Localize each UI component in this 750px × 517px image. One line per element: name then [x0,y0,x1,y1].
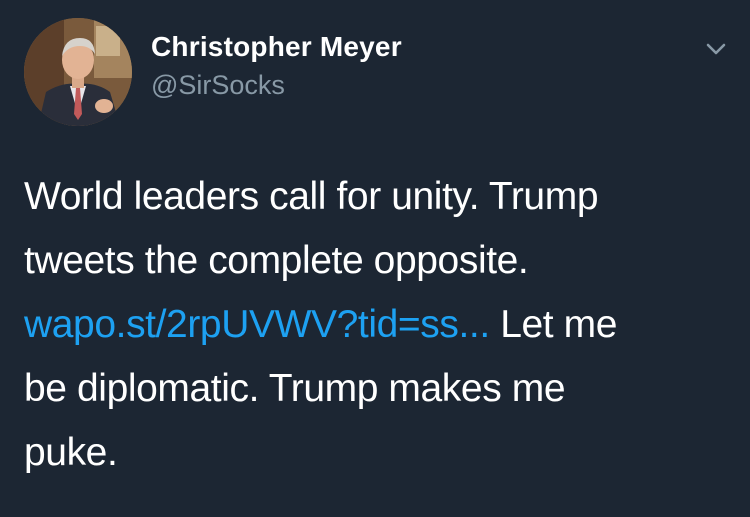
tweet-line: be diplomatic. Trump makes me [24,367,566,410]
tweet-line: tweets the complete opposite. [24,239,529,282]
avatar[interactable] [24,18,132,126]
display-name[interactable]: Christopher Meyer [151,31,402,63]
tweet-text: World leaders call for unity. Trump twee… [24,165,734,485]
tweet-text-segment: Let me [489,303,618,346]
tweet-card: Christopher Meyer @SirSocks World leader… [0,0,750,517]
chevron-down-icon[interactable] [700,36,732,62]
tweet-line: puke. [24,431,118,474]
tweet-line: wapo.st/2rpUVWV?tid=ss... Let me [24,293,734,357]
tweet-link[interactable]: wapo.st/2rpUVWV?tid=ss... [24,303,490,346]
tweet-line: World leaders call for unity. Trump [24,175,599,218]
user-handle[interactable]: @SirSocks [151,70,285,101]
avatar-photo [24,18,132,126]
